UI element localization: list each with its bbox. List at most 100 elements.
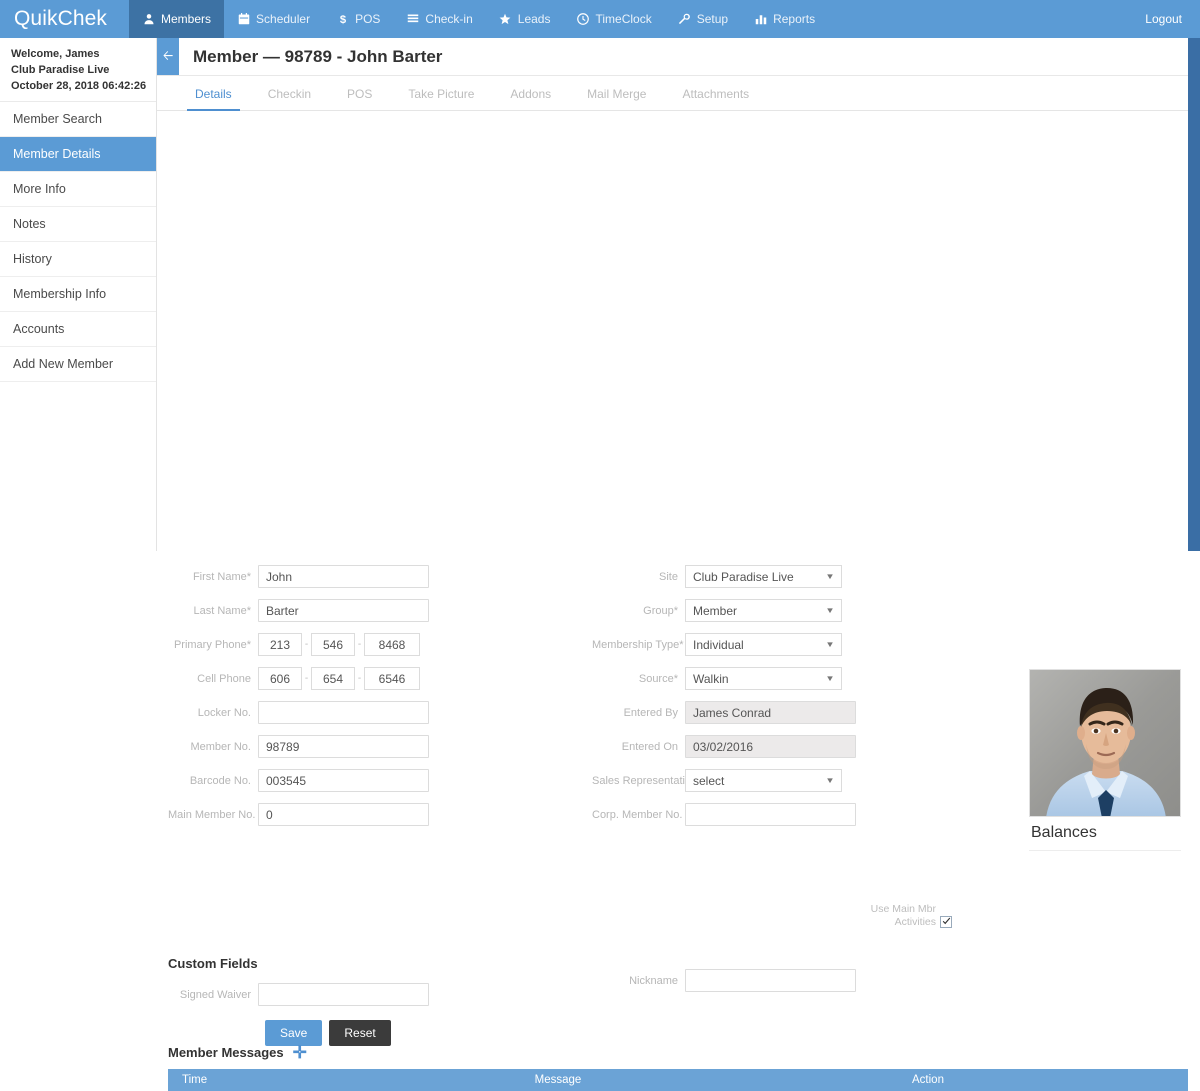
detail-tabs: Details Checkin POS Take Picture Addons … xyxy=(157,76,1200,111)
nickname-input[interactable] xyxy=(685,969,856,992)
sidebar-item-member-search[interactable]: Member Search xyxy=(0,102,156,137)
entered-on-input xyxy=(685,735,856,758)
nav-item-label: Scheduler xyxy=(256,12,310,26)
chevron-down-icon: ▼ xyxy=(825,674,835,683)
field-main-member-no: Main Member No. xyxy=(168,803,410,826)
top-navbar: QuikChek Members Scheduler $ POS Check-i… xyxy=(0,0,1200,38)
cell-phone-area[interactable] xyxy=(258,667,302,690)
tab-pos[interactable]: POS xyxy=(329,87,390,110)
balances-heading: Balances xyxy=(1029,817,1181,851)
member-messages-title: Member Messages xyxy=(168,1045,284,1060)
field-label: Source* xyxy=(592,673,685,685)
field-first-name: First Name* xyxy=(168,565,410,588)
field-label: Site xyxy=(592,571,685,583)
nav-item-timeclock[interactable]: TimeClock xyxy=(563,0,664,38)
nav-item-leads[interactable]: Leads xyxy=(486,0,564,38)
field-label: Corp. Member No. xyxy=(592,809,685,821)
signed-waiver-input[interactable] xyxy=(258,983,429,1006)
last-name-input[interactable] xyxy=(258,599,429,622)
nav-item-reports[interactable]: Reports xyxy=(741,0,828,38)
sidebar-item-history[interactable]: History xyxy=(0,242,156,277)
back-button[interactable] xyxy=(157,38,179,75)
sidebar-item-more-info[interactable]: More Info xyxy=(0,172,156,207)
nav-item-pos[interactable]: $ POS xyxy=(323,0,393,38)
column-header-time: Time xyxy=(168,1074,448,1086)
tab-addons[interactable]: Addons xyxy=(492,87,569,110)
field-label: Cell Phone xyxy=(168,673,258,685)
nav-item-label: TimeClock xyxy=(595,12,651,26)
nav-item-scheduler[interactable]: Scheduler xyxy=(224,0,323,38)
user-icon xyxy=(142,13,155,26)
dollar-icon: $ xyxy=(336,13,349,26)
use-main-mbr-activities-label: Use Main Mbr Activities xyxy=(862,903,936,929)
field-corp-member-no: Corp. Member No. xyxy=(592,803,842,826)
plus-icon[interactable]: ✛ xyxy=(293,1047,307,1059)
sidebar-item-accounts[interactable]: Accounts xyxy=(0,312,156,347)
main-member-no-input[interactable] xyxy=(258,803,429,826)
field-label: Member No. xyxy=(168,741,258,753)
logout-button[interactable]: Logout xyxy=(1145,0,1182,38)
nav-item-checkin[interactable]: Check-in xyxy=(393,0,485,38)
tab-mail-merge[interactable]: Mail Merge xyxy=(569,87,664,110)
column-header-action: Action xyxy=(668,1074,1188,1086)
primary-phone-prefix[interactable] xyxy=(311,633,355,656)
corp-member-no-input[interactable] xyxy=(685,803,856,826)
group-select[interactable]: Member ▼ xyxy=(685,599,842,622)
chevron-down-icon: ▼ xyxy=(825,606,835,615)
use-main-mbr-label-line2: Activities xyxy=(862,916,936,929)
reset-button[interactable]: Reset xyxy=(329,1020,390,1046)
field-label: Nickname xyxy=(592,975,685,987)
save-button[interactable]: Save xyxy=(265,1020,322,1046)
nav-item-members[interactable]: Members xyxy=(129,0,224,38)
sidebar-item-add-new-member[interactable]: Add New Member xyxy=(0,347,156,382)
locker-no-input[interactable] xyxy=(258,701,429,724)
welcome-user: Welcome, James xyxy=(11,46,145,62)
primary-phone-group: - - xyxy=(258,633,420,656)
field-signed-waiver: Signed Waiver xyxy=(168,983,410,1006)
nav-item-label: POS xyxy=(355,12,380,26)
member-no-input[interactable] xyxy=(258,735,429,758)
main-content: Member — 98789 - John Barter Details Che… xyxy=(157,38,1200,551)
nickname-row: Nickname xyxy=(592,969,842,992)
phone-dash: - xyxy=(355,673,364,684)
member-messages-table-header: Time Message Action xyxy=(168,1069,1188,1091)
wrench-icon xyxy=(678,13,691,26)
list-icon xyxy=(406,13,419,26)
cell-phone-group: - - xyxy=(258,667,420,690)
field-label: Locker No. xyxy=(168,707,258,719)
primary-phone-area[interactable] xyxy=(258,633,302,656)
use-main-mbr-activities-checkbox[interactable] xyxy=(940,916,952,928)
field-label: Membership Type* xyxy=(592,639,685,651)
clock-icon xyxy=(576,13,589,26)
sidebar-item-notes[interactable]: Notes xyxy=(0,207,156,242)
sidebar-item-member-details[interactable]: Member Details xyxy=(0,137,156,172)
tab-details[interactable]: Details xyxy=(177,87,250,110)
cell-phone-line[interactable] xyxy=(364,667,420,690)
calendar-icon xyxy=(237,13,250,26)
membership-type-select-value: Individual xyxy=(693,638,744,652)
first-name-input[interactable] xyxy=(258,565,429,588)
tab-attachments[interactable]: Attachments xyxy=(664,87,767,110)
field-membership-type: Membership Type* Individual ▼ xyxy=(592,633,842,656)
field-label: Group* xyxy=(592,605,685,617)
chevron-down-icon: ▼ xyxy=(825,572,835,581)
sidebar-item-membership-info[interactable]: Membership Info xyxy=(0,277,156,312)
field-nickname: Nickname xyxy=(592,969,842,1003)
custom-fields-section: Custom Fields Signed Waiver Save Reset xyxy=(168,956,410,1046)
nav-item-setup[interactable]: Setup xyxy=(665,0,741,38)
source-select[interactable]: Walkin ▼ xyxy=(685,667,842,690)
field-sales-representative: Sales Representative select ▼ xyxy=(592,769,842,792)
use-main-mbr-label-line1: Use Main Mbr xyxy=(862,903,936,916)
sales-representative-select[interactable]: select ▼ xyxy=(685,769,842,792)
membership-type-select[interactable]: Individual ▼ xyxy=(685,633,842,656)
primary-phone-line[interactable] xyxy=(364,633,420,656)
member-messages-section: Member Messages ✛ Time Message Action xyxy=(168,1045,1188,1091)
field-entered-on: Entered On xyxy=(592,735,842,758)
site-select[interactable]: Club Paradise Live ▼ xyxy=(685,565,842,588)
barcode-no-input[interactable] xyxy=(258,769,429,792)
tab-take-picture[interactable]: Take Picture xyxy=(390,87,492,110)
cell-phone-prefix[interactable] xyxy=(311,667,355,690)
tab-checkin[interactable]: Checkin xyxy=(250,87,329,110)
field-cell-phone: Cell Phone - - xyxy=(168,667,410,690)
app-shell: Welcome, James Club Paradise Live Octobe… xyxy=(0,38,1200,551)
